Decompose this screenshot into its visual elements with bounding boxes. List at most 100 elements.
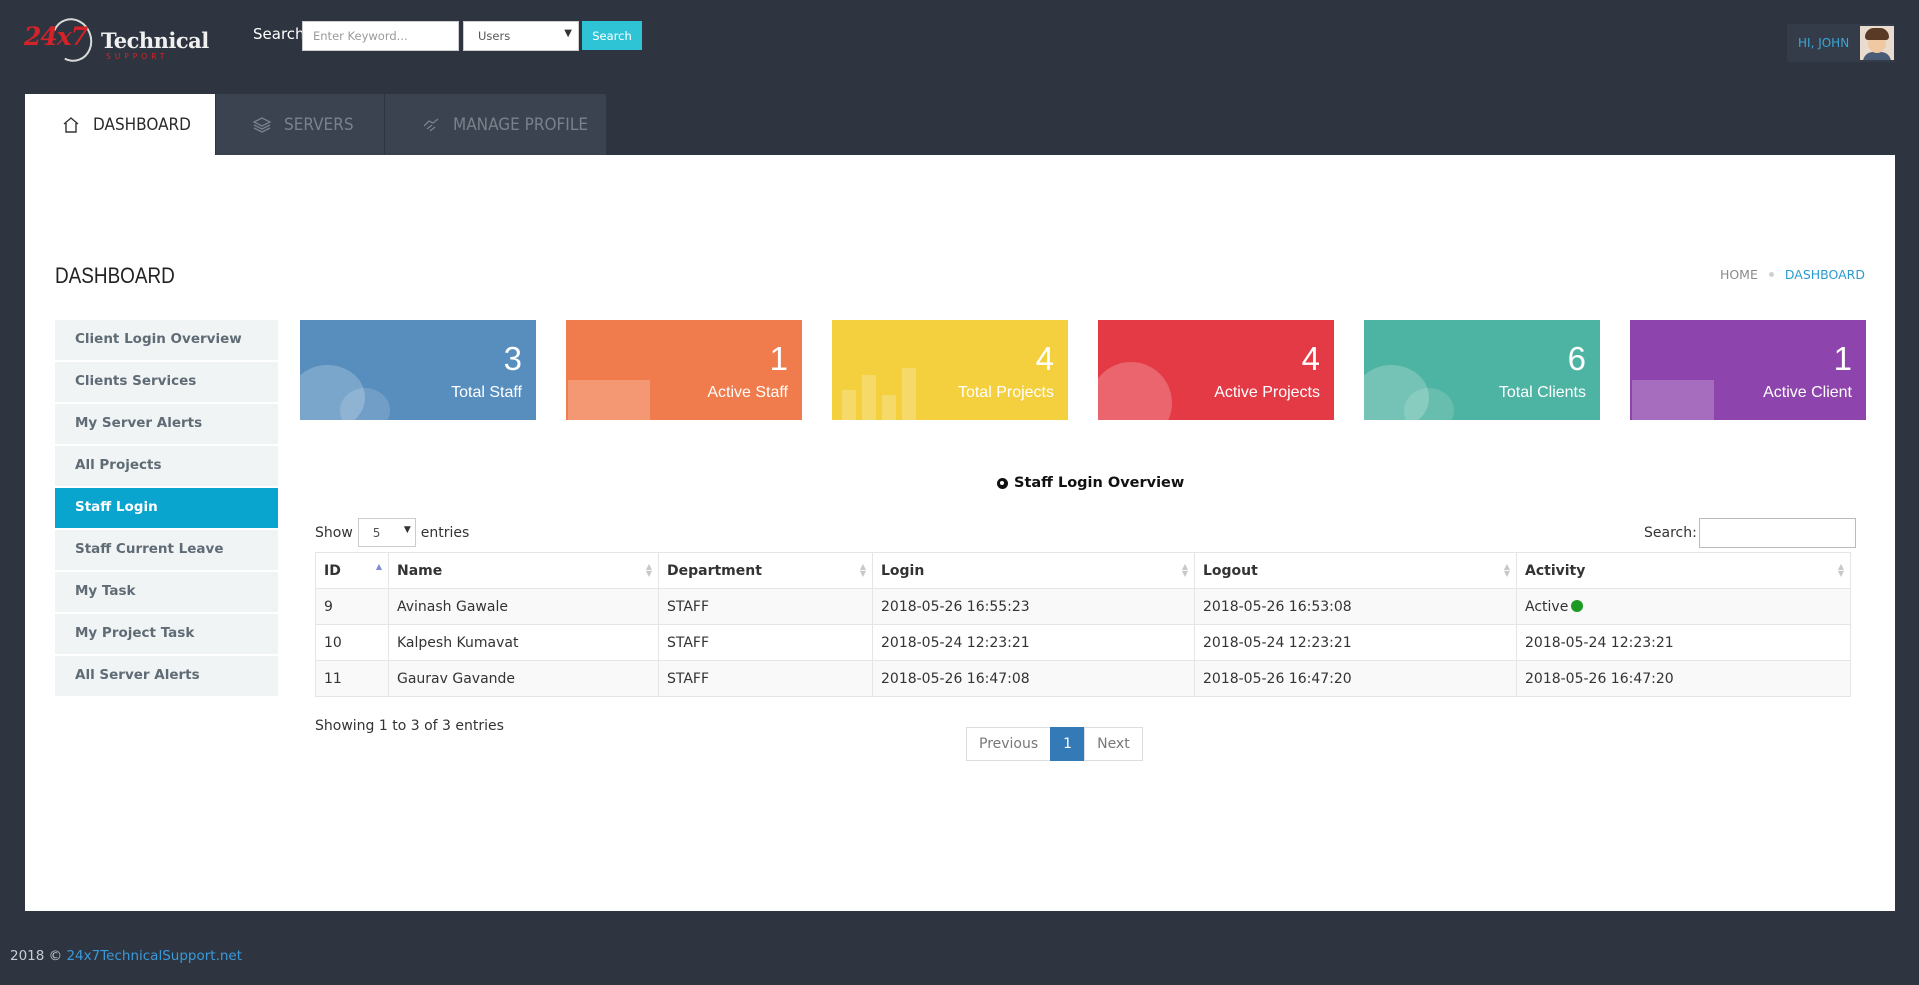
sidebar-item-all-projects[interactable]: All Projects <box>55 446 278 486</box>
table-title-text: Staff Login Overview <box>1014 475 1185 491</box>
breadcrumb-home[interactable]: HOME <box>1720 267 1758 282</box>
sidebar: Client Login Overview Clients Services M… <box>55 320 278 698</box>
tab-label: DASHBOARD <box>93 114 191 135</box>
sidebar-item-clients-services[interactable]: Clients Services <box>55 362 278 402</box>
cell-logout: 2018-05-26 16:47:20 <box>1194 660 1517 697</box>
breadcrumb-current[interactable]: DASHBOARD <box>1785 267 1865 282</box>
sort-icon: ▲ ▼ <box>645 562 652 578</box>
sidebar-item-staff-login[interactable]: Staff Login <box>55 488 278 528</box>
table-title: Staff Login Overview <box>997 475 1184 491</box>
entries-select[interactable]: 5 ▼ <box>357 518 416 547</box>
entries-label: entries <box>420 524 470 541</box>
footer-copyright: 2018 © <box>10 948 63 964</box>
show-label: Show <box>315 524 353 541</box>
cell-activity: 2018-05-24 12:23:21 <box>1516 624 1851 661</box>
stat-value: 4 <box>1035 340 1054 377</box>
breadcrumb-separator <box>1768 272 1774 277</box>
logo-number: 24x7 <box>24 22 88 51</box>
search-input[interactable] <box>302 21 459 51</box>
activity-status: Active <box>1525 598 1569 615</box>
sort-asc-icon: ▲ <box>375 562 382 571</box>
folder-icon <box>1632 380 1714 420</box>
search-button[interactable]: Search <box>582 21 642 50</box>
stat-card-total-staff[interactable]: 3 Total Staff <box>300 320 536 420</box>
chevron-down-icon: ▼ <box>403 525 411 535</box>
sort-icon: ▲ ▼ <box>1503 562 1510 578</box>
table-search-input[interactable] <box>1698 518 1856 548</box>
search-label: Search <box>253 25 305 43</box>
sidebar-item-my-task[interactable]: My Task <box>55 572 278 612</box>
home-icon <box>63 116 79 133</box>
stat-value: 1 <box>769 340 788 377</box>
stat-label: Total Projects <box>957 384 1054 401</box>
stat-card-active-staff[interactable]: 1 Active Staff <box>566 320 802 420</box>
tab-servers[interactable]: SERVERS <box>216 94 384 155</box>
table-search-label: Search: <box>1644 525 1697 541</box>
breadcrumb: HOME DASHBOARD <box>1720 267 1865 282</box>
pagination: Previous 1 Next <box>966 727 1143 761</box>
table-row: 10 Kalpesh Kumavat STAFF 2018-05-24 12:2… <box>315 624 1851 661</box>
sidebar-item-client-login-overview[interactable]: Client Login Overview <box>55 320 278 360</box>
sort-icon: ▲ ▼ <box>1181 562 1188 578</box>
top-header: 24x7 Technical SUPPORT Search Users ▼ Se… <box>0 0 1919 94</box>
tab-label: SERVERS <box>284 114 354 135</box>
stat-value: 3 <box>503 340 522 377</box>
cell-activity: 2018-05-26 16:47:20 <box>1516 660 1851 697</box>
stat-label: Total Staff <box>451 384 522 401</box>
main-panel: DASHBOARD HOME DASHBOARD Client Login Ov… <box>25 155 1895 911</box>
cell-logout: 2018-05-24 12:23:21 <box>1194 624 1517 661</box>
stat-value: 4 <box>1301 340 1320 377</box>
brand-logo[interactable]: 24x7 Technical SUPPORT <box>24 12 209 68</box>
pagination-page-1[interactable]: 1 <box>1050 727 1086 761</box>
stat-label: Active Client <box>1763 384 1852 401</box>
pagination-previous[interactable]: Previous <box>966 727 1052 761</box>
table-row: 9 Avinash Gawale STAFF 2018-05-26 16:55:… <box>315 588 1851 625</box>
folder-icon <box>568 380 650 420</box>
column-header-id[interactable]: ID ▲ <box>315 552 389 589</box>
cell-name: Gaurav Gavande <box>388 660 659 697</box>
stat-card-active-projects[interactable]: 4 Active Projects <box>1098 320 1334 420</box>
cell-id: 11 <box>315 660 389 697</box>
search-category-select[interactable]: Users ▼ <box>463 21 579 51</box>
table-info: Showing 1 to 3 of 3 entries <box>315 718 504 734</box>
user-menu[interactable]: HI, JOHN <box>1787 24 1894 62</box>
active-status-icon <box>1571 599 1584 612</box>
footer-link[interactable]: 24x7TechnicalSupport.net <box>66 948 242 964</box>
sidebar-item-my-project-task[interactable]: My Project Task <box>55 614 278 654</box>
table-header-row: ID ▲ Name ▲ ▼ Department ▲ ▼ Login ▲ ▼ Logout ▲ ▼… <box>315 552 1851 589</box>
cell-activity: Active <box>1516 588 1851 625</box>
sort-icon: ▲ ▼ <box>1837 562 1844 578</box>
stat-label: Total Clients <box>1498 384 1586 401</box>
column-header-name[interactable]: Name ▲ ▼ <box>388 552 659 589</box>
cell-name: Avinash Gawale <box>388 588 659 625</box>
entries-length-control: Show 5 ▼ entries <box>315 518 469 547</box>
stat-card-total-clients[interactable]: 6 Total Clients <box>1364 320 1600 420</box>
logo-sub: SUPPORT <box>106 52 169 61</box>
tab-manage-profile[interactable]: MANAGE PROFILE <box>385 94 606 155</box>
stat-card-total-projects[interactable]: 4 Total Projects <box>832 320 1068 420</box>
sort-icon: ▲ ▼ <box>859 562 866 578</box>
cell-login: 2018-05-26 16:47:08 <box>872 660 1195 697</box>
chevron-down-icon: ▼ <box>564 28 572 39</box>
avatar[interactable] <box>1860 26 1894 60</box>
stat-value: 6 <box>1567 340 1586 377</box>
search-category-value: Users <box>478 29 511 43</box>
user-greeting: HI, JOHN <box>1798 36 1850 50</box>
sidebar-item-my-server-alerts[interactable]: My Server Alerts <box>55 404 278 444</box>
sidebar-item-staff-current-leave[interactable]: Staff Current Leave <box>55 530 278 570</box>
column-header-logout[interactable]: Logout ▲ ▼ <box>1194 552 1517 589</box>
column-header-department[interactable]: Department ▲ ▼ <box>658 552 873 589</box>
tab-dashboard[interactable]: DASHBOARD <box>25 94 215 155</box>
bar-chart-icon <box>842 390 856 420</box>
table-row: 11 Gaurav Gavande STAFF 2018-05-26 16:47… <box>315 660 1851 697</box>
sidebar-item-all-server-alerts[interactable]: All Server Alerts <box>55 656 278 696</box>
column-header-activity[interactable]: Activity ▲ ▼ <box>1516 552 1851 589</box>
stat-card-active-client[interactable]: 1 Active Client <box>1630 320 1866 420</box>
staff-login-table: ID ▲ Name ▲ ▼ Department ▲ ▼ Login ▲ ▼ Logout ▲ ▼… <box>315 552 1851 697</box>
column-header-login[interactable]: Login ▲ ▼ <box>872 552 1195 589</box>
globe-icon <box>1098 362 1172 420</box>
stat-label: Active Projects <box>1214 384 1320 401</box>
pagination-next[interactable]: Next <box>1084 727 1143 761</box>
stat-label: Active Staff <box>707 384 788 401</box>
tab-label: MANAGE PROFILE <box>453 114 588 135</box>
